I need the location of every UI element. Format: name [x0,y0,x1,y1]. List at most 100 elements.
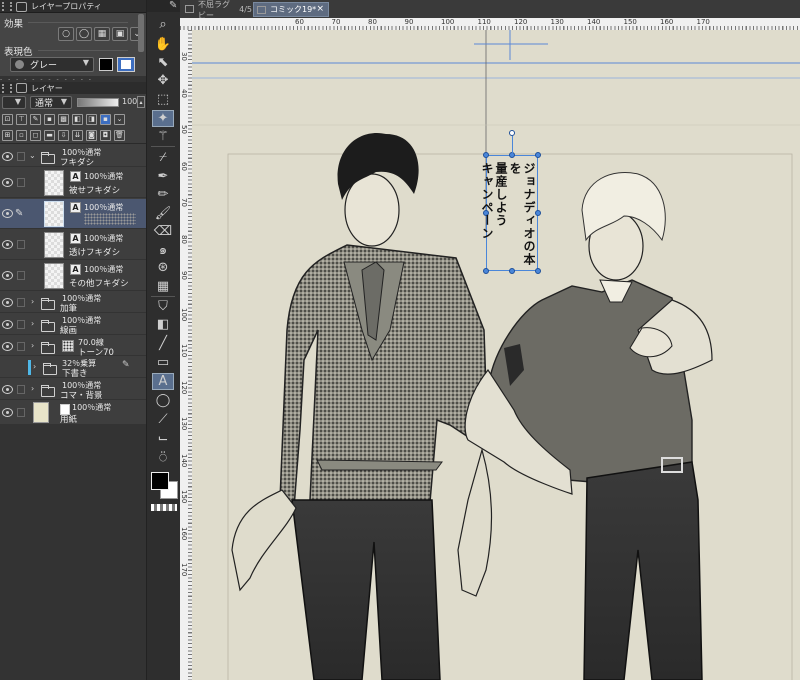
eye-icon[interactable] [2,320,13,329]
lock-alpha-icon[interactable]: ▩ [58,113,69,125]
object-icon[interactable]: ⬉ [152,54,174,71]
layer-row-frame-folder[interactable]: › 100％通常 コマ・背景 [0,379,146,401]
tab-rugby[interactable]: 不屈ラグビー 4/5 [182,0,252,20]
eraser-icon[interactable]: ⌫ [152,223,174,240]
lock-icon[interactable] [17,240,25,249]
eye-icon[interactable] [2,209,13,218]
lock-icon[interactable] [17,385,25,394]
eye-icon[interactable] [2,271,13,280]
balloon-icon[interactable]: ◯ [152,392,174,409]
gradient-icon[interactable]: ◧ [152,316,174,333]
opacity-slider[interactable] [77,98,119,107]
border-effect-button[interactable]: ○ [58,27,74,41]
draft-icon[interactable]: ✎ [30,113,41,125]
delete-layer-icon[interactable]: 🗑 [114,129,125,141]
layer-row-tone-folder[interactable]: › 70.0線 トーン70 [0,336,146,358]
layer-mask-icon[interactable]: ◙ [86,129,97,141]
grip-icon[interactable] [2,83,12,93]
layer-row-transparent-balloon[interactable]: A 100％通常 透けフキダシ [0,230,146,260]
apply-mask-icon[interactable]: ◘ [100,129,111,141]
layer-settings-icon[interactable]: ⊞ [2,129,13,141]
eye-icon[interactable] [2,152,13,161]
layer-color-button[interactable]: ▣ [112,27,128,41]
zoom-icon[interactable]: ⌕ [152,16,174,33]
ruler-show-icon[interactable]: ◨ [86,113,97,125]
pencil-icon[interactable]: ✏ [152,186,174,203]
extract-line-button[interactable]: ◯ [76,27,92,41]
layer-row-addition-folder[interactable]: › 100％通常 加筆 [0,292,146,314]
lock-icon[interactable] [17,178,25,187]
layer-row-lineart-folder[interactable]: › 100％通常 線画 [0,314,146,336]
layer-row-paper[interactable]: 100％通常 用紙 [0,401,146,425]
balloon-text[interactable]: ジョナディオの本を 量産しよう キャンペーン [480,162,536,272]
chevron-right-icon[interactable]: › [31,384,34,393]
tone-effect-button[interactable]: ▦ [94,27,110,41]
tab-comic19[interactable]: コミック19* × [253,2,329,17]
new-vector-layer-icon[interactable]: ◻ [30,129,41,141]
lock-icon[interactable] [17,320,25,329]
chevron-right-icon[interactable]: › [33,362,36,371]
blend-mode-select[interactable]: 通常 ▼ [30,96,72,109]
lock-icon[interactable]: ▪ [44,113,55,125]
layer-row-selected-balloon[interactable]: ✎ A 100％通常 [0,199,146,229]
resize-handle[interactable] [483,268,489,274]
chevron-right-icon[interactable]: › [31,341,34,350]
new-folder-icon[interactable]: ▬ [44,129,55,141]
hand-icon[interactable]: ✋ [152,36,174,53]
chevron-right-icon[interactable]: › [31,297,34,306]
text-icon[interactable]: A [152,373,174,390]
layer-row-cover-balloon[interactable]: A 100％通常 被せフキダシ [0,168,146,198]
clip-icon[interactable]: ⊡ [2,113,13,125]
layer-color-select[interactable]: ▼ [2,96,26,109]
resize-handle[interactable] [535,152,541,158]
layer-color-menu-icon[interactable]: ⌄ [114,113,125,125]
resize-handle[interactable] [483,152,489,158]
brush-icon[interactable]: 🖌 [152,205,174,222]
decoration-icon[interactable]: ▦ [152,278,174,295]
eyedropper-icon[interactable]: ⌿ [152,149,174,166]
lock-icon[interactable] [17,298,25,307]
lock-icon[interactable] [17,152,25,161]
layer-row-balloon-folder[interactable]: ⌄ 100％通常 フキダシ [0,146,146,168]
auto-select-icon[interactable]: ✦ [152,110,174,127]
eye-icon[interactable] [2,385,13,394]
layer-property-tab[interactable]: レイヤープロパティ [0,0,146,13]
transfer-down-icon[interactable]: ⇩ [58,129,69,141]
main-color-swatch[interactable] [151,472,169,490]
transparent-color-swatch[interactable] [151,504,177,511]
chevron-right-icon[interactable]: › [31,319,34,328]
operation-eyedropper-icon[interactable]: ⍥ [152,450,174,467]
lock-icon[interactable] [17,408,25,417]
layer-color-icon[interactable]: ▪ [100,113,111,125]
eye-icon[interactable] [2,240,13,249]
layer-row-other-balloon[interactable]: A 100％通常 その他フキダシ [0,261,146,291]
black-swatch[interactable] [99,58,113,71]
airbrush-icon[interactable]: ⊛ [152,259,174,276]
layer-tab[interactable]: レイヤー [0,82,146,94]
drawing-canvas[interactable]: ジョナディオの本を 量産しよう キャンペーン [192,30,800,680]
close-icon[interactable]: × [316,4,324,14]
new-raster-layer-icon[interactable]: ▫ [16,129,27,141]
property-scrollbar[interactable] [138,14,144,52]
eye-icon[interactable] [2,298,13,307]
ruler-icon[interactable]: ⟋ [152,411,174,428]
layer-row-draft-folder[interactable]: › 32％乗算 下書き ✎ [0,357,146,379]
grip-icon[interactable] [2,2,12,11]
opacity-stepper[interactable]: ▴ [137,96,145,108]
fill-icon[interactable]: ⛉ [152,298,174,315]
chevron-down-icon[interactable]: ⌄ [29,151,36,160]
correct-line-icon[interactable]: ⌙ [152,430,174,447]
mask-enable-icon[interactable]: ◧ [72,113,83,125]
lock-icon[interactable] [17,342,25,351]
eye-icon[interactable] [2,408,13,417]
selection-icon[interactable]: ⬚ [152,91,174,108]
magic-wand-icon[interactable]: ⚚ [152,128,174,145]
white-swatch[interactable] [117,57,135,72]
figure-icon[interactable]: ▭ [152,354,174,371]
move-layer-icon[interactable]: ✥ [152,72,174,89]
pen-tool-icon[interactable]: ✒ [152,168,174,185]
reference-icon[interactable]: ⊤ [16,113,27,125]
expression-color-select[interactable]: グレー ▼ [10,57,94,72]
lock-icon[interactable] [17,271,25,280]
eye-icon[interactable] [2,342,13,351]
